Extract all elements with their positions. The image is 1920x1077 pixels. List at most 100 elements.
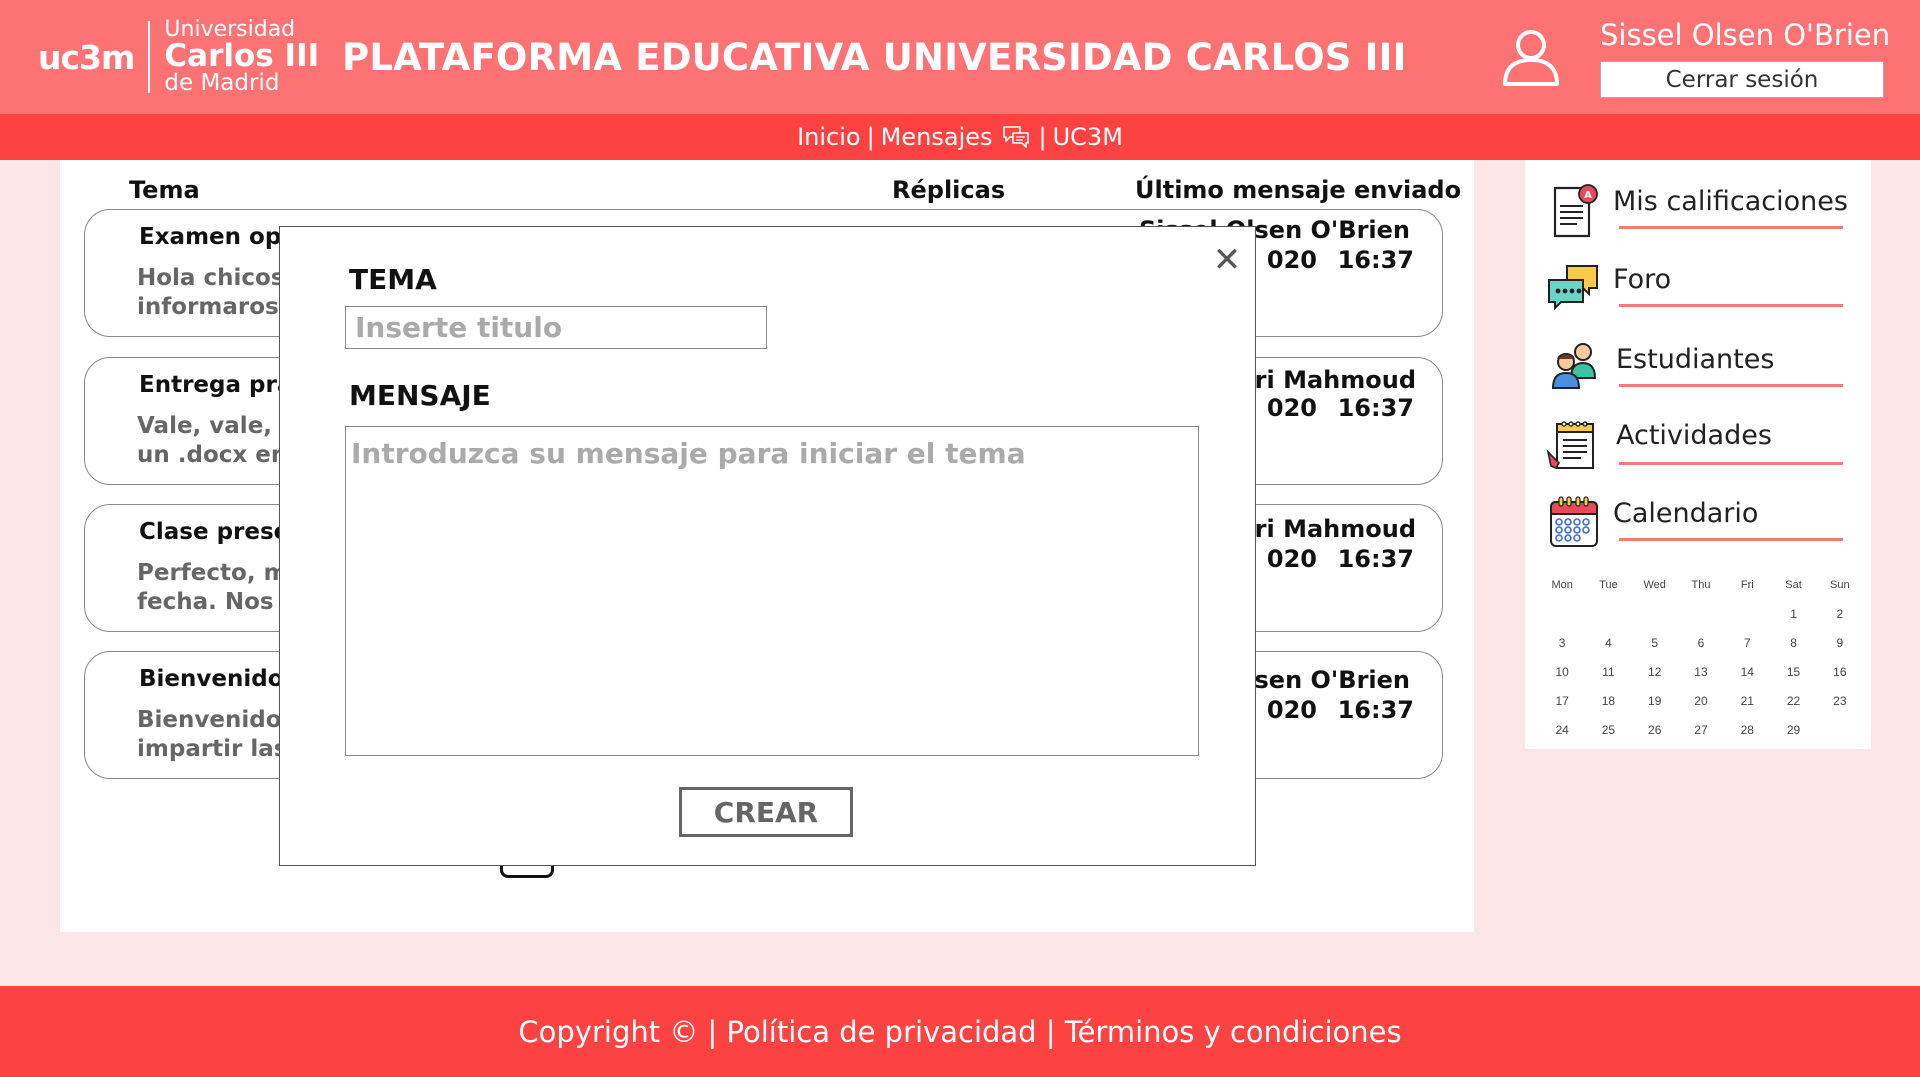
calendar-weekday-row: Mon Tue Wed Thu Fri Sat Sun	[1539, 570, 1863, 599]
close-icon[interactable]: ✕	[1212, 243, 1242, 277]
logo-divider	[148, 21, 151, 93]
calendar-weekday: Sat	[1785, 578, 1802, 591]
sidebar-divider	[1619, 226, 1843, 229]
footer: Copyright © | Política de privacidad | T…	[0, 986, 1920, 1077]
calendar-day[interactable]: 25	[1585, 723, 1631, 737]
calendar-day[interactable]: 28	[1724, 723, 1770, 737]
message-label: MENSAJE	[349, 379, 491, 412]
activities-notepad-icon	[1546, 421, 1594, 469]
calendar-day[interactable]: 21	[1724, 694, 1770, 708]
thread-last-author: kri Mahmoud	[1238, 515, 1416, 543]
calendar-day[interactable]: 7	[1724, 636, 1770, 650]
svg-text:A: A	[1584, 190, 1592, 201]
logo-line-2: Carlos III	[164, 38, 320, 74]
calendar-weekday: Sun	[1830, 578, 1850, 591]
thread-last-date: 020	[1266, 545, 1317, 573]
calendar-day[interactable]: 18	[1585, 694, 1631, 708]
calendar-day[interactable]: 8	[1770, 636, 1816, 650]
calendar-day[interactable]: 3	[1539, 636, 1585, 650]
breadcrumb-separator: |	[1038, 123, 1047, 151]
thread-last-time: 16:37	[1337, 394, 1414, 422]
calendar-day[interactable]: 16	[1817, 665, 1863, 679]
breadcrumb: Inicio | Mensajes | UC3M	[0, 114, 1920, 160]
column-header-topic: Tema	[129, 176, 200, 204]
app-header: uc3m Universidad Carlos III de Madrid PL…	[0, 0, 1920, 114]
sidebar-item-label: Actividades	[1616, 420, 1772, 451]
university-logo[interactable]: uc3m Universidad Carlos III de Madrid	[38, 19, 319, 95]
sidebar-item-activities[interactable]: Actividades	[1525, 408, 1871, 478]
sidebar-item-label: Estudiantes	[1616, 344, 1775, 375]
calendar-day[interactable]: 22	[1770, 694, 1816, 708]
calendar-day[interactable]: 1	[1770, 607, 1816, 621]
thread-title: Examen opc	[139, 224, 295, 250]
calendar-day[interactable]: 5	[1632, 636, 1678, 650]
calendar-day[interactable]: 13	[1678, 665, 1724, 679]
new-topic-dialog: ✕ TEMA MENSAJE CREAR	[279, 226, 1256, 866]
breadcrumb-org-link[interactable]: UC3M	[1053, 123, 1123, 151]
app-title: PLATAFORMA EDUCATIVA UNIVERSIDAD CARLOS …	[342, 36, 1407, 79]
column-header-replies: Réplicas	[892, 176, 1006, 204]
calendar-day[interactable]: 17	[1539, 694, 1585, 708]
sidebar-item-calendar[interactable]: Calendario	[1525, 486, 1871, 556]
calendar-day[interactable]: 15	[1770, 665, 1816, 679]
calendar-day[interactable]: 19	[1632, 694, 1678, 708]
calendar-week-row: 12	[1539, 599, 1863, 628]
calendar-icon	[1550, 496, 1598, 547]
thread-title: Entrega prá	[139, 372, 293, 398]
calendar-day[interactable]: 24	[1539, 723, 1585, 737]
calendar-day[interactable]: 14	[1724, 665, 1770, 679]
logo-line-3: de Madrid	[164, 70, 280, 96]
calendar-day[interactable]: 4	[1585, 636, 1631, 650]
calendar-day[interactable]: 23	[1817, 694, 1863, 708]
calendar-day[interactable]: 27	[1678, 723, 1724, 737]
calendar-day[interactable]: 29	[1770, 723, 1816, 737]
calendar-day[interactable]: 9	[1817, 636, 1863, 650]
sidebar-item-students[interactable]: Estudiantes	[1525, 330, 1871, 400]
thread-last-date: 020	[1266, 246, 1317, 274]
calendar-week-row: 3456789	[1539, 628, 1863, 657]
calendar-week-row: 10 11 12 13 14 15 16	[1539, 657, 1863, 686]
calendar-day[interactable]: 26	[1632, 723, 1678, 737]
sidebar-item-forum[interactable]: Foro	[1525, 252, 1871, 322]
topic-label: TEMA	[349, 263, 437, 296]
calendar-day[interactable]: 12	[1632, 665, 1678, 679]
topic-title-input[interactable]	[345, 306, 767, 349]
students-icon	[1551, 343, 1597, 389]
user-name: Sissel Olsen O'Brien	[1600, 18, 1891, 52]
sidebar-item-label: Calendario	[1613, 498, 1759, 529]
logo-brand: uc3m	[38, 37, 135, 77]
sidebar-item-label: Foro	[1613, 264, 1672, 295]
thread-last-author: kri Mahmoud	[1238, 366, 1416, 394]
thread-last-time: 16:37	[1337, 696, 1414, 724]
sidebar: A Mis calificaciones Foro Estudiantes Ac…	[1525, 160, 1871, 749]
sidebar-divider	[1619, 384, 1843, 387]
calendar-day[interactable]: 20	[1678, 694, 1724, 708]
calendar-day[interactable]: 10	[1539, 665, 1585, 679]
calendar-weekday: Wed	[1643, 578, 1666, 591]
logo-text: Universidad Carlos III de Madrid	[164, 19, 319, 95]
calendar-week-row: 17 18 19 20 21 22 23	[1539, 686, 1863, 715]
create-topic-button[interactable]: CREAR	[679, 787, 853, 837]
grades-icon: A	[1553, 184, 1598, 238]
thread-title: Bienvenidos	[139, 666, 298, 692]
column-header-last-message: Último mensaje enviado	[1135, 176, 1462, 204]
sidebar-item-grades[interactable]: A Mis calificaciones	[1525, 174, 1871, 244]
thread-last-date: 020	[1266, 394, 1317, 422]
calendar-weekday: Tue	[1599, 578, 1618, 591]
calendar-day[interactable]: 2	[1817, 607, 1863, 621]
calendar-weekday: Thu	[1691, 578, 1711, 591]
thread-title: Clase prese	[139, 519, 290, 545]
sidebar-divider	[1619, 538, 1843, 541]
logout-button[interactable]: Cerrar sesión	[1600, 61, 1884, 98]
calendar-day[interactable]: 11	[1585, 665, 1631, 679]
thread-last-time: 16:37	[1337, 545, 1414, 573]
breadcrumb-messages-link[interactable]: Mensajes	[881, 123, 993, 151]
breadcrumb-home-link[interactable]: Inicio	[797, 123, 861, 151]
messages-icon	[1002, 126, 1029, 148]
calendar-day[interactable]: 6	[1678, 636, 1724, 650]
sidebar-divider	[1619, 304, 1843, 307]
thread-last-date: 020	[1266, 696, 1317, 724]
user-icon[interactable]	[1500, 26, 1562, 88]
message-textarea[interactable]	[345, 426, 1199, 756]
calendar-weekday: Fri	[1740, 578, 1754, 591]
